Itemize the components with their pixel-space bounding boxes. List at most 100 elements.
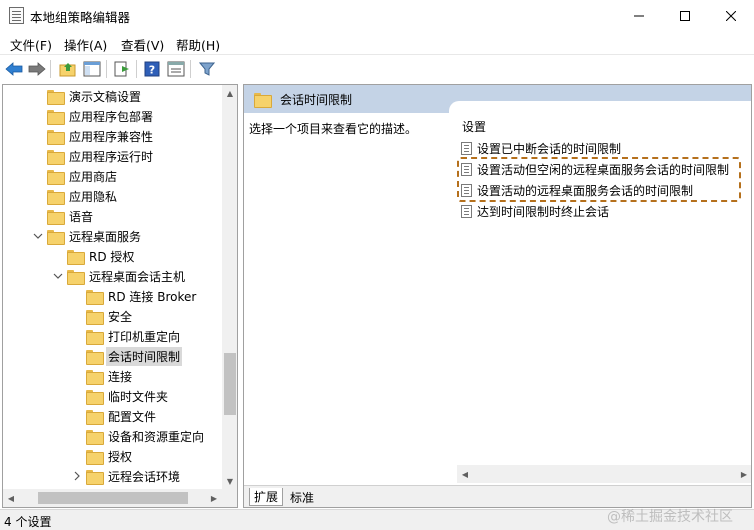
tree-item-label: 会话时间限制 <box>106 346 183 366</box>
folder-icon <box>86 389 104 405</box>
folder-icon <box>47 89 65 105</box>
tree-item-label: 授权 <box>108 449 133 464</box>
tree-vertical-scrollbar[interactable]: ▲ ▼ <box>222 85 237 489</box>
tree-item[interactable]: 语音 <box>47 206 93 226</box>
scrollbar-corner <box>222 489 237 507</box>
tree-item[interactable]: 应用商店 <box>47 166 117 186</box>
tree-item-label: 应用程序兼容性 <box>69 129 154 144</box>
tree-item-expanded[interactable]: 远程桌面服务 <box>31 226 141 246</box>
folder-icon <box>67 249 85 265</box>
toolbar-separator <box>136 60 137 78</box>
menu-view[interactable]: 查看(V) <box>121 35 164 54</box>
tree-item[interactable]: 应用隐私 <box>47 186 117 206</box>
policy-item[interactable]: 设置已中断会话的时间限制 <box>461 139 621 157</box>
details-horizontal-scrollbar[interactable]: ◀ ▶ <box>457 465 751 483</box>
tree-item[interactable]: 打印机重定向 <box>86 326 180 346</box>
tree-pane[interactable]: 演示文稿设置 应用程序包部署 应用程序兼容性 应用程序运行时 应用商店 应用隐私… <box>2 84 238 508</box>
folder-icon <box>47 109 65 125</box>
tree-item[interactable]: 安全 <box>86 306 132 326</box>
folder-icon <box>47 209 65 225</box>
tree-item-label: 远程桌面会话主机 <box>89 269 186 284</box>
close-button[interactable] <box>708 0 754 31</box>
policy-item[interactable]: 达到时间限制时终止会话 <box>461 202 609 220</box>
export-list-button[interactable] <box>111 58 133 80</box>
tree-item[interactable]: 设备和资源重定向 <box>86 426 204 446</box>
tree-item[interactable]: 应用程序运行时 <box>47 146 153 166</box>
properties-button[interactable] <box>165 58 187 80</box>
up-folder-button[interactable] <box>57 58 79 80</box>
tree-item[interactable]: 应用程序包部署 <box>47 106 153 126</box>
chevron-down-icon[interactable] <box>31 229 45 243</box>
folder-icon <box>47 149 65 165</box>
tab-extended[interactable]: 扩展 <box>249 488 284 506</box>
folder-icon <box>254 92 272 108</box>
minimize-button[interactable] <box>616 0 662 31</box>
tree-item[interactable]: 应用程序兼容性 <box>47 126 153 146</box>
scroll-left-arrow-icon[interactable]: ◀ <box>457 465 473 483</box>
back-arrow-icon <box>5 62 23 76</box>
menu-action[interactable]: 操作(A) <box>64 35 107 54</box>
folder-icon <box>86 449 104 465</box>
tree-item-label: 配置文件 <box>108 409 157 424</box>
tree-item-label: 应用程序运行时 <box>69 149 154 164</box>
policy-setting-icon <box>461 204 472 218</box>
policy-setting-icon <box>461 141 472 155</box>
forward-button[interactable] <box>26 58 48 80</box>
scroll-thumb[interactable] <box>38 492 188 504</box>
tree-item[interactable]: 连接 <box>86 366 132 386</box>
folder-icon <box>47 169 65 185</box>
scroll-down-arrow-icon[interactable]: ▼ <box>222 473 237 489</box>
tree-item-label: 语音 <box>69 209 94 224</box>
menu-file[interactable]: 文件(F) <box>10 35 52 54</box>
policy-item-label: 达到时间限制时终止会话 <box>477 204 610 219</box>
tree-item[interactable]: 演示文稿设置 <box>47 86 141 106</box>
scroll-up-arrow-icon[interactable]: ▲ <box>222 85 237 101</box>
tree-item-label: RD 授权 <box>89 249 135 264</box>
tree-item-label: 应用隐私 <box>69 189 118 204</box>
tree-item-label: 打印机重定向 <box>108 329 181 344</box>
tree-item-selected[interactable]: 会话时间限制 <box>86 346 183 366</box>
folder-icon <box>86 409 104 425</box>
tree-item-expanded[interactable]: 远程桌面会话主机 <box>51 266 185 286</box>
scroll-thumb[interactable] <box>224 353 236 415</box>
description-area: 选择一个项目来查看它的描述。 <box>244 113 449 473</box>
watermark: @稀土掘金技术社区 <box>607 509 733 525</box>
tree-item-label: 安全 <box>108 309 133 324</box>
folder-open-icon <box>67 269 85 285</box>
properties-icon <box>167 61 185 77</box>
highlight-annotation <box>457 157 741 202</box>
up-folder-icon <box>59 63 76 77</box>
folder-icon <box>47 129 65 145</box>
scroll-right-arrow-icon[interactable]: ▶ <box>736 465 751 483</box>
help-button[interactable]: ? <box>141 58 163 80</box>
chevron-down-icon[interactable] <box>51 269 65 283</box>
scroll-right-arrow-icon[interactable]: ▶ <box>206 489 222 507</box>
folder-open-icon <box>47 229 65 245</box>
tree-item-label: 设备和资源重定向 <box>108 429 205 444</box>
tree-item[interactable]: RD 连接 Broker <box>86 286 196 306</box>
tab-standard[interactable]: 标准 <box>286 488 318 506</box>
tree-item[interactable]: 临时文件夹 <box>86 386 168 406</box>
folder-icon <box>86 429 104 445</box>
maximize-button[interactable] <box>662 0 708 31</box>
show-hide-tree-button[interactable] <box>81 58 103 80</box>
description-text: 选择一个项目来查看它的描述。 <box>249 122 418 136</box>
menu-help[interactable]: 帮助(H) <box>176 35 220 54</box>
svg-text:?: ? <box>149 64 155 77</box>
tree-item-collapsed[interactable]: 远程会话环境 <box>70 466 180 486</box>
tree-item-label: 应用商店 <box>69 169 118 184</box>
settings-column-header[interactable]: 设置 <box>462 118 486 135</box>
tree-item-label: RD 连接 Broker <box>108 289 197 304</box>
back-button[interactable] <box>3 58 25 80</box>
filter-button[interactable] <box>196 58 218 80</box>
tree-item[interactable]: 配置文件 <box>86 406 156 426</box>
tree-item[interactable]: RD 授权 <box>67 246 134 266</box>
tree-horizontal-scrollbar[interactable]: ◀ ▶ <box>3 489 222 507</box>
tree-item[interactable]: 授权 <box>86 446 132 466</box>
scroll-left-arrow-icon[interactable]: ◀ <box>3 489 19 507</box>
tree-item-label: 演示文稿设置 <box>69 89 142 104</box>
filter-icon <box>199 62 215 76</box>
toolbar: ? <box>0 54 754 82</box>
close-icon <box>726 10 736 21</box>
chevron-right-icon[interactable] <box>70 469 84 483</box>
